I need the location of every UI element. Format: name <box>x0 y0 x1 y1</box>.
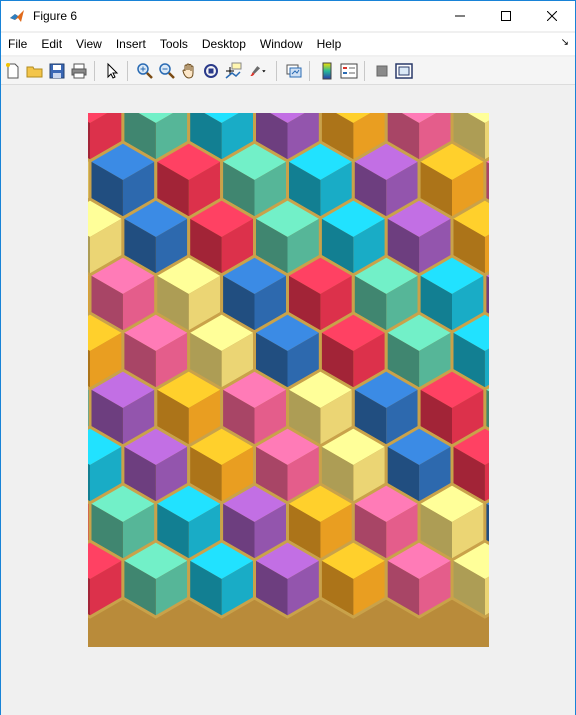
insert-legend-button[interactable] <box>339 61 359 81</box>
menu-insert[interactable]: Insert <box>109 37 153 51</box>
menu-help[interactable]: Help <box>310 37 349 51</box>
matlab-icon <box>9 8 25 24</box>
insert-colorbar-icon <box>322 62 332 79</box>
zoom-out-button[interactable] <box>157 61 177 81</box>
rotate-3d-button[interactable] <box>201 61 221 81</box>
zoom-in-icon <box>137 62 153 79</box>
new-figure-icon <box>6 62 19 78</box>
menu-view[interactable]: View <box>69 37 109 51</box>
data-cursor-button[interactable] <box>223 61 243 81</box>
open-file-icon <box>26 66 43 77</box>
title-bar[interactable]: Figure 6 <box>1 1 575 31</box>
figure-canvas[interactable] <box>1 85 575 715</box>
zoom-in-button[interactable] <box>135 61 155 81</box>
hide-plot-tools-button[interactable] <box>372 61 392 81</box>
close-button[interactable] <box>529 1 575 31</box>
maximize-icon <box>501 11 511 21</box>
link-plot-button[interactable] <box>284 61 304 81</box>
brush-icon <box>250 65 266 76</box>
menu-tools[interactable]: Tools <box>153 37 195 51</box>
window-title: Figure 6 <box>33 9 78 23</box>
save-figure-icon <box>49 63 65 78</box>
menu-bar: File Edit View Insert Tools Desktop Wind… <box>1 33 575 55</box>
insert-legend-icon <box>340 63 358 78</box>
toolbar-separator <box>127 60 128 81</box>
minimize-button[interactable] <box>437 1 483 31</box>
open-file-button[interactable] <box>25 61 45 81</box>
print-figure-button[interactable] <box>69 61 89 81</box>
minimize-icon <box>455 15 465 17</box>
menu-edit[interactable]: Edit <box>34 37 69 51</box>
insert-colorbar-button[interactable] <box>317 61 337 81</box>
close-icon <box>547 11 557 21</box>
toolbar-separator <box>276 60 277 81</box>
maximize-button[interactable] <box>483 1 529 31</box>
link-plot-icon <box>286 64 302 77</box>
pan-icon <box>182 63 194 79</box>
brush-button[interactable] <box>245 61 271 81</box>
show-plot-tools-button[interactable] <box>394 61 414 81</box>
menu-window[interactable]: Window <box>253 37 310 51</box>
new-figure-button[interactable] <box>3 61 23 81</box>
image-display[interactable] <box>88 113 489 647</box>
rotate-3d-icon <box>204 63 218 78</box>
toolbar-separator <box>309 60 310 81</box>
save-figure-button[interactable] <box>47 61 67 81</box>
figure-window: Figure 6 File Edit View Insert Tools Des… <box>0 0 576 715</box>
toolbar-separator <box>364 60 365 81</box>
edit-plot-icon <box>107 62 119 79</box>
menu-desktop[interactable]: Desktop <box>195 37 253 51</box>
data-cursor-icon <box>225 62 242 79</box>
pan-button[interactable] <box>179 61 199 81</box>
edit-plot-button[interactable] <box>102 61 122 81</box>
print-figure-icon <box>71 63 87 78</box>
hide-plot-tools-icon <box>376 65 388 76</box>
show-plot-tools-icon <box>395 62 413 79</box>
dock-arrow-icon[interactable]: ↘ <box>561 37 569 48</box>
toolbar-separator <box>94 60 95 81</box>
zoom-out-icon <box>159 62 175 79</box>
menu-file[interactable]: File <box>1 37 34 51</box>
figure-toolbar <box>1 57 575 85</box>
hexagon-cube-mosaic-image <box>88 113 489 619</box>
